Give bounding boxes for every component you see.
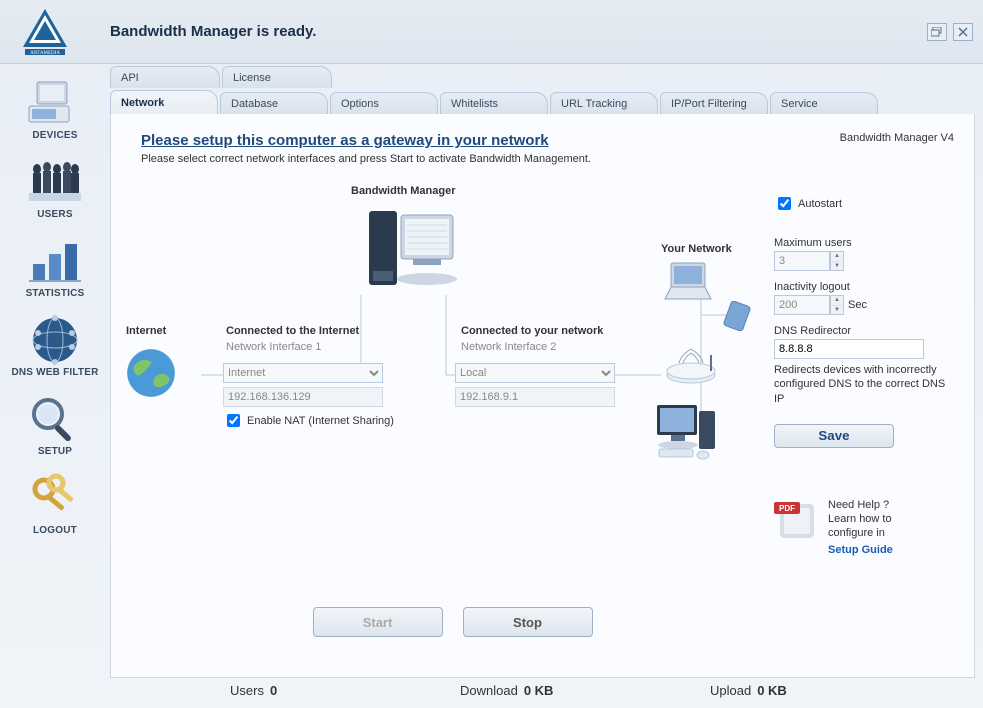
sidebar-item-dnswebfilter[interactable]: DNS WEB FILTER: [0, 311, 110, 382]
sidebar-item-label: STATISTICS: [26, 288, 85, 299]
if1-select[interactable]: Internet: [223, 363, 383, 383]
network-diagram: Bandwidth Manager: [141, 185, 764, 485]
router-icon: [661, 345, 721, 389]
page-headline: Please setup this computer as a gateway …: [141, 132, 764, 149]
statusbar: Users 0 Download 0 KB Upload 0 KB: [0, 678, 983, 708]
if2-sub: Network Interface 2: [461, 341, 556, 353]
inactivity-input[interactable]: [774, 295, 830, 315]
help-line1: Need Help ?: [828, 498, 893, 512]
start-button[interactable]: Start: [313, 607, 443, 637]
close-button[interactable]: [953, 23, 973, 41]
sidebar-item-logout[interactable]: LOGOUT: [0, 469, 110, 540]
brand-logo: ANTAMEDIA: [10, 5, 80, 59]
if2-title: Connected to your network: [461, 325, 603, 337]
bm-caption: Bandwidth Manager: [351, 185, 456, 197]
phone-icon: [721, 301, 761, 331]
desktop-icon: [651, 401, 721, 461]
titlebar: ANTAMEDIA Bandwidth Manager is ready.: [0, 0, 983, 64]
sidebar-item-label: LOGOUT: [33, 525, 77, 536]
help-line2: Learn how to: [828, 512, 893, 526]
tab-database[interactable]: Database: [220, 92, 328, 114]
inactivity-spinner[interactable]: ▲▼ Sec: [774, 295, 954, 315]
globe-icon: [25, 315, 85, 365]
maxusers-label: Maximum users: [774, 237, 954, 249]
statistics-icon: [25, 236, 85, 286]
dns-hint: Redirects devices with incorrectly confi…: [774, 363, 954, 406]
status-download-value: 0 KB: [524, 683, 554, 698]
tab-ipport-filtering[interactable]: IP/Port Filtering: [660, 92, 768, 114]
nat-checkbox[interactable]: Enable NAT (Internet Sharing): [223, 411, 394, 430]
if2-select[interactable]: Local: [455, 363, 615, 383]
sidebar: DEVICES USERS: [0, 64, 110, 678]
users-icon: [25, 157, 85, 207]
sidebar-item-label: SETUP: [38, 446, 72, 457]
status-upload-label: Upload: [710, 683, 751, 698]
sidebar-item-users[interactable]: USERS: [0, 153, 110, 224]
sidebar-item-label: USERS: [37, 209, 72, 220]
sidebar-item-setup[interactable]: SETUP: [0, 390, 110, 461]
window-title: Bandwidth Manager is ready.: [110, 23, 316, 40]
svg-text:PDF: PDF: [779, 504, 795, 513]
tab-api[interactable]: API: [110, 66, 220, 88]
status-users-value: 0: [270, 683, 277, 698]
yournetwork-caption: Your Network: [661, 243, 732, 255]
keys-icon: [25, 473, 85, 523]
internet-caption: Internet: [126, 325, 166, 337]
tab-url-tracking[interactable]: URL Tracking: [550, 92, 658, 114]
version-label: Bandwidth Manager V4: [774, 132, 954, 144]
save-button[interactable]: Save: [774, 424, 894, 448]
spinner-arrows[interactable]: ▲▼: [830, 251, 844, 271]
status-download-label: Download: [460, 683, 518, 698]
tab-options[interactable]: Options: [330, 92, 438, 114]
status-users-label: Users: [230, 683, 264, 698]
maxusers-input[interactable]: [774, 251, 830, 271]
nat-checkbox-label: Enable NAT (Internet Sharing): [247, 415, 394, 427]
autostart-label: Autostart: [798, 198, 842, 210]
page-subline: Please select correct network interfaces…: [141, 153, 764, 165]
svg-text:ANTAMEDIA: ANTAMEDIA: [30, 51, 60, 56]
tab-license[interactable]: License: [222, 66, 332, 88]
dns-label: DNS Redirector: [774, 325, 954, 337]
help-line3: configure in: [828, 526, 893, 540]
inactivity-label: Inactivity logout: [774, 281, 954, 293]
pdf-icon: PDF: [774, 498, 820, 544]
sidebar-item-devices[interactable]: DEVICES: [0, 74, 110, 145]
earth-icon: [121, 343, 181, 403]
setup-guide-link[interactable]: Setup Guide: [828, 543, 893, 557]
status-upload-value: 0 KB: [757, 683, 787, 698]
if1-title: Connected to the Internet: [226, 325, 359, 337]
if2-ip: [455, 387, 615, 407]
magnifier-icon: [25, 394, 85, 444]
sidebar-item-label: DEVICES: [32, 130, 77, 141]
stop-button[interactable]: Stop: [463, 607, 593, 637]
sidebar-item-statistics[interactable]: STATISTICS: [0, 232, 110, 303]
autostart-checkbox[interactable]: Autostart: [774, 194, 954, 213]
laptop-icon: [661, 259, 715, 303]
devices-icon: [25, 78, 85, 128]
tab-whitelists[interactable]: Whitelists: [440, 92, 548, 114]
maxusers-spinner[interactable]: ▲▼: [774, 251, 954, 271]
tab-service[interactable]: Service: [770, 92, 878, 114]
if1-ip: [223, 387, 383, 407]
server-icon: [361, 203, 461, 293]
nat-checkbox-input[interactable]: [227, 414, 240, 427]
restore-button[interactable]: [927, 23, 947, 41]
inactivity-suffix: Sec: [848, 299, 867, 311]
dns-input[interactable]: [774, 339, 924, 359]
sidebar-item-label: DNS WEB FILTER: [11, 367, 98, 378]
tab-network[interactable]: Network: [110, 90, 218, 114]
if1-sub: Network Interface 1: [226, 341, 321, 353]
spinner-arrows[interactable]: ▲▼: [830, 295, 844, 315]
